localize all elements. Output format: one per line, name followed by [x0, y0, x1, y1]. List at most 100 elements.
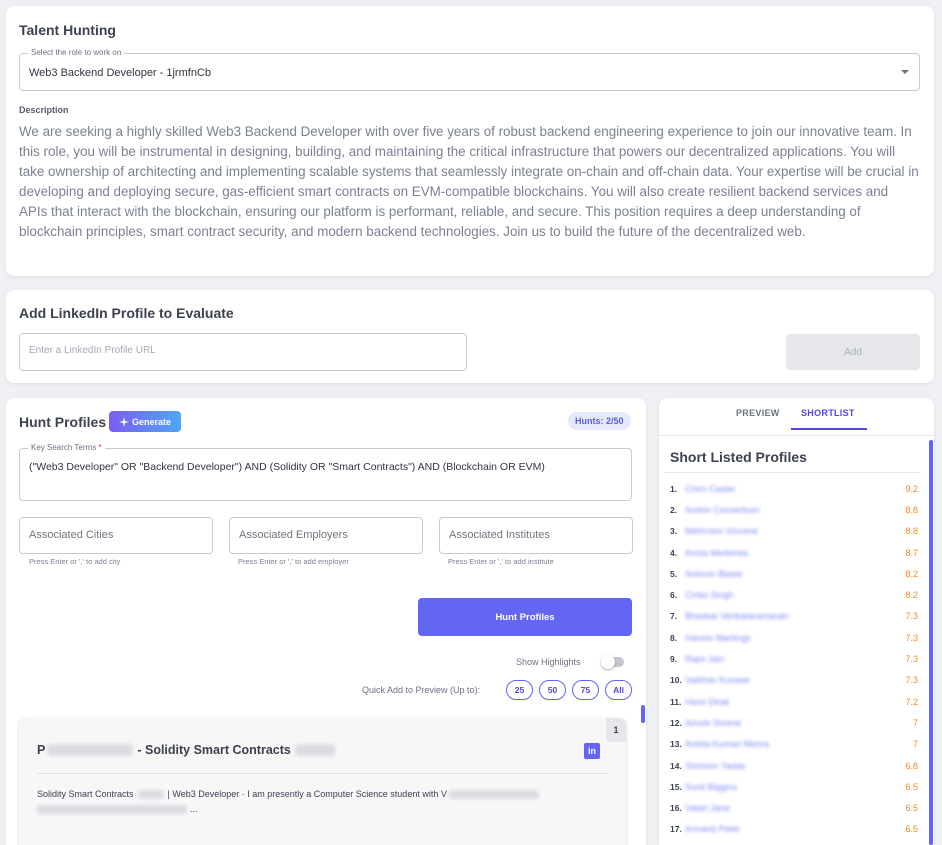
shortlist-score: 7.3 [905, 675, 918, 686]
shortlist-score: 6.5 [905, 824, 918, 835]
shortlist-rank: 12. [670, 717, 682, 728]
shortlist-name[interactable]: Annia Medeirea [685, 548, 905, 558]
shortlist-name[interactable]: Andrin Convertium [685, 505, 905, 515]
role-select-label: Select the role to work on [28, 48, 125, 58]
shortlist-name[interactable]: Sunil Biggins [685, 782, 905, 792]
shortlist-rank: 6. [670, 590, 678, 601]
shortlist-item[interactable]: 5. Antonin Blasie 8.2 [670, 563, 918, 584]
shortlist-name[interactable]: Antonin Blasie [685, 569, 905, 579]
snippet-ellipsis: ... [190, 804, 198, 814]
snippet-mid: | Web3 Developer · I am presently a Comp… [167, 789, 447, 799]
shortlist-item[interactable]: 9. Rajni Jain 7.3 [670, 648, 918, 669]
institutes-field[interactable] [439, 517, 633, 554]
shortlist-item[interactable]: 1. Chirn Caster 9.2 [670, 478, 918, 499]
shortlist-name[interactable]: Cirlas Singh [685, 590, 905, 600]
generate-button[interactable]: Generate [109, 411, 181, 432]
institutes-input[interactable] [449, 529, 619, 541]
shortlist-name[interactable]: Ankita Kumari Mehra [685, 739, 913, 749]
hunt-profiles-button[interactable]: Hunt Profiles [418, 598, 632, 636]
shortlist-score: 8.7 [905, 547, 918, 558]
employers-helper: Press Enter or ',' to add employer [238, 557, 349, 566]
shortlist-item[interactable]: 4. Annia Medeirea 8.7 [670, 542, 918, 563]
shortlist-name[interactable]: Bhaskar Venkataramanan [685, 611, 905, 621]
shortlist-card: PREVIEW SHORTLIST Short Listed Profiles … [659, 398, 934, 845]
shortlist-rank: 3. [670, 526, 678, 537]
shortlist-item[interactable]: 2. Andrin Convertium 8.8 [670, 499, 918, 520]
linkedin-url-input[interactable] [29, 345, 449, 356]
shortlist-score: 8.2 [905, 590, 918, 601]
shortlist-item[interactable]: 3. Mehrnom Vincene 8.8 [670, 521, 918, 542]
shortlist-rank: 8. [670, 632, 678, 643]
quick-add-75-button[interactable]: 75 [572, 680, 599, 700]
shortlist-score: 7.3 [905, 654, 918, 665]
tab-shortlist[interactable]: SHORTLIST [801, 408, 855, 418]
quick-add-25-button[interactable]: 25 [506, 680, 533, 700]
shortlist-name[interactable]: Chirn Caster [685, 484, 905, 494]
shortlist-rank: 11. [670, 696, 682, 707]
shortlist-rank: 10. [670, 675, 682, 686]
cities-helper: Press Enter or ',' to add city [29, 557, 121, 566]
shortlist-name[interactable]: Vaibhav Kunwar [685, 675, 905, 685]
shortlist-name[interactable]: Hemi Dinal [685, 697, 905, 707]
add-button[interactable]: Add [786, 334, 920, 370]
shortlist-item[interactable]: 8. Hanoin Martings 7.3 [670, 627, 918, 648]
shortlist-name[interactable]: Shrimon Yadav [685, 761, 905, 771]
search-terms-value: ("Web3 Developer" OR "Backend Developer"… [29, 461, 545, 473]
shortlist-item[interactable]: 15. Sunil Biggins 6.5 [670, 776, 918, 797]
shortlist-rank: 13. [670, 739, 682, 750]
hunt-card: Hunt Profiles Generate Hunts: 2/50 Key S… [6, 398, 646, 845]
shortlist-rank: 2. [670, 504, 678, 515]
linkedin-url-field[interactable] [19, 333, 467, 371]
shortlist-score: 7 [912, 739, 918, 750]
shortlist-name[interactable]: Hanoin Martings [685, 633, 905, 643]
description-label: Description [19, 105, 69, 115]
cities-field[interactable] [19, 517, 213, 554]
shortlist-name[interactable]: Vatari Jane [685, 803, 905, 813]
redacted-name [47, 744, 134, 756]
shortlist-item[interactable]: 11. Hemi Dinal 7.2 [670, 691, 918, 712]
shortlist-rank: 7. [670, 611, 678, 622]
shortlist-item[interactable]: 17. Annand Peter 6.5 [670, 819, 918, 840]
shortlist-name[interactable]: Amole Shreve [685, 718, 913, 728]
shortlist-item[interactable]: 12. Amole Shreve 7 [670, 712, 918, 733]
employers-input[interactable] [239, 529, 409, 541]
shortlist-name[interactable]: Mehrnom Vincene [685, 526, 905, 536]
show-highlights-label: Show Highlights [516, 657, 581, 667]
profile-name-initial: P [37, 743, 46, 757]
linkedin-card: Add LinkedIn Profile to Evaluate Add [6, 290, 934, 383]
tab-preview[interactable]: PREVIEW [736, 408, 780, 418]
role-card-title: Talent Hunting [19, 22, 116, 38]
shortlist-rank: 1. [670, 483, 678, 494]
shortlist-item[interactable]: 6. Cirlas Singh 8.2 [670, 584, 918, 605]
shortlist-rank: 16. [670, 803, 682, 814]
cities-input[interactable] [29, 529, 199, 541]
linkedin-card-title: Add LinkedIn Profile to Evaluate [19, 305, 234, 321]
search-terms-field[interactable]: Key Search Terms * ("Web3 Developer" OR … [19, 443, 632, 501]
profile-snippet: Solidity Smart Contracts | Web3 Develope… [37, 789, 539, 799]
shortlist-scrollbar[interactable] [929, 440, 933, 845]
linkedin-icon[interactable]: in [584, 743, 600, 759]
profile-name-suffix: - Solidity Smart Contracts [137, 743, 291, 757]
employers-field[interactable] [229, 517, 423, 554]
shortlist-score: 7.3 [905, 632, 918, 643]
required-asterisk: * [98, 443, 102, 452]
show-highlights-toggle[interactable] [601, 655, 624, 669]
shortlist-name[interactable]: Annand Peter [685, 824, 905, 834]
results-scrollbar[interactable] [641, 705, 645, 723]
shortlist-item[interactable]: 10. Vaibhav Kunwar 7.3 [670, 670, 918, 691]
shortlist-item[interactable]: 7. Bhaskar Venkataramanan 7.3 [670, 606, 918, 627]
shortlist-rank: 15. [670, 781, 682, 792]
chevron-down-icon[interactable] [901, 70, 909, 74]
shortlist-name[interactable]: Rajni Jain [685, 654, 905, 664]
shortlist-item[interactable]: 16. Vatari Jane 6.5 [670, 797, 918, 818]
role-select[interactable]: Select the role to work on Web3 Backend … [19, 48, 920, 91]
quick-add-all-button[interactable]: All [605, 680, 632, 700]
shortlist-score: 8.8 [905, 526, 918, 537]
profile-card[interactable]: 1 P - Solidity Smart Contracts in Solidi… [19, 718, 626, 845]
shortlist-title: Short Listed Profiles [670, 449, 807, 465]
shortlist-item[interactable]: 14. Shrimon Yadav 6.8 [670, 755, 918, 776]
redacted-text [137, 789, 164, 799]
quick-add-50-button[interactable]: 50 [539, 680, 566, 700]
shortlist-score: 6.5 [905, 781, 918, 792]
shortlist-item[interactable]: 13. Ankita Kumari Mehra 7 [670, 734, 918, 755]
